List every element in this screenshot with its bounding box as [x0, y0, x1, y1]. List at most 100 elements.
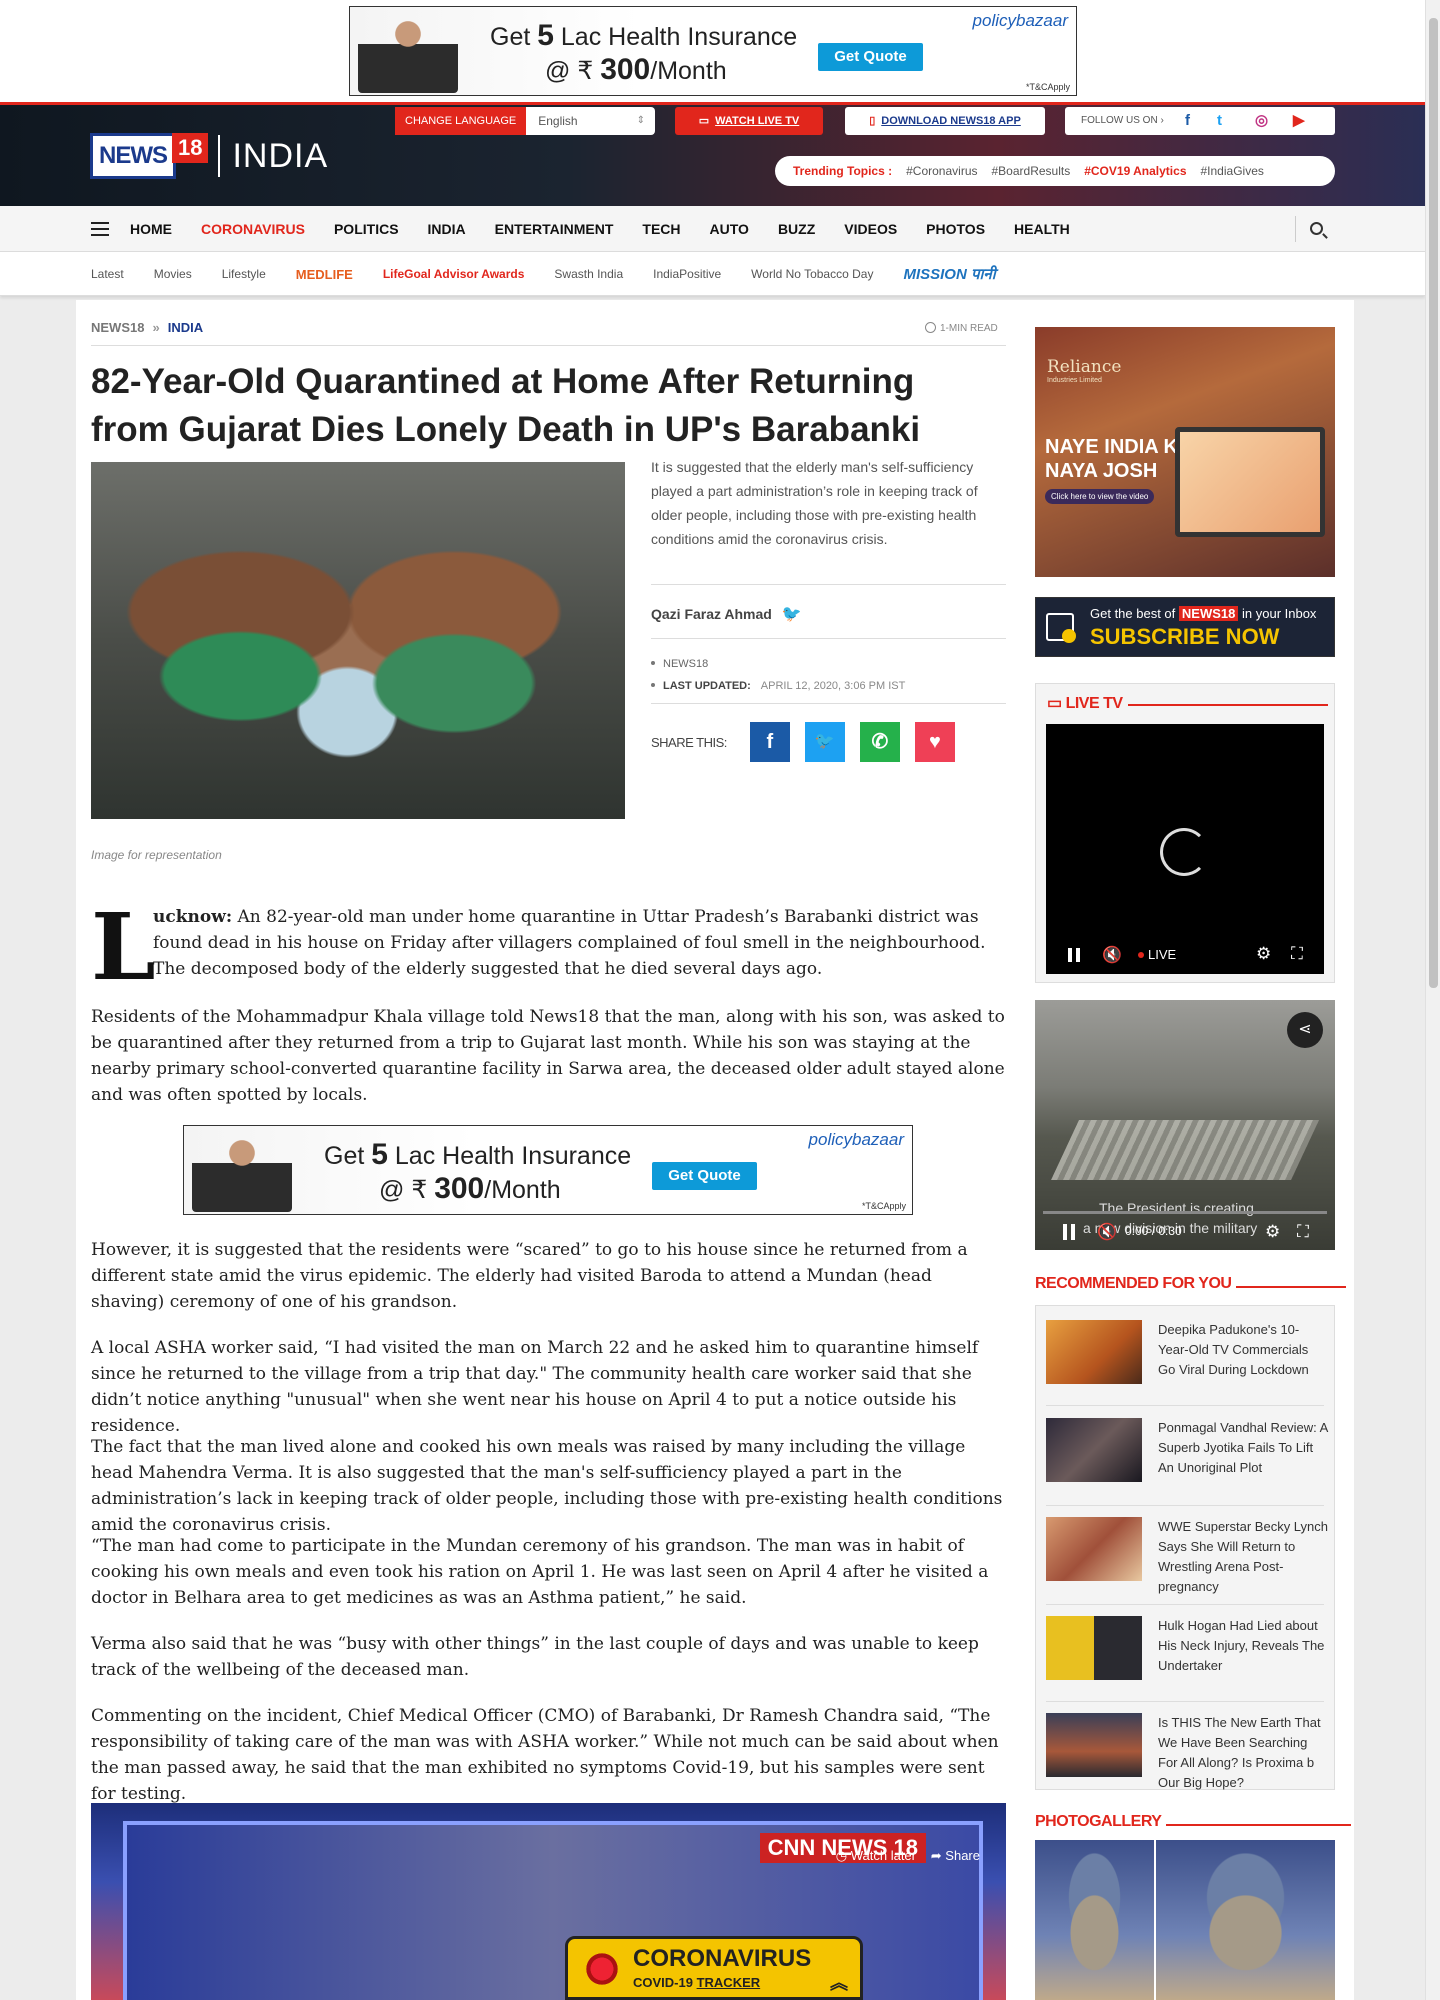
article-paragraph: Verma also said that he was “busy with o… — [91, 1634, 979, 1680]
nav-item-tech[interactable]: TECH — [642, 206, 680, 252]
instagram-icon[interactable]: ◎ — [1255, 107, 1268, 135]
share-pocket-button[interactable]: ♥ — [914, 722, 955, 762]
article-lead-image[interactable] — [91, 462, 625, 819]
breadcrumb-item-india[interactable]: INDIA — [168, 320, 203, 335]
watch-live-tv-button[interactable]: ▭ WATCH LIVE TV — [675, 107, 823, 135]
ad-get-quote-button[interactable]: Get Quote — [652, 1162, 757, 1190]
share-twitter-button[interactable]: 🐦 — [804, 722, 845, 762]
sidebar-video-player[interactable]: ⋖ The President is creating a new divisi… — [1035, 1000, 1335, 1250]
trending-tag[interactable]: #Coronavirus — [906, 156, 977, 186]
download-app-button[interactable]: ▯ DOWNLOAD NEWS18 APP — [845, 107, 1045, 135]
share-icon[interactable]: ⋖ — [1287, 1012, 1323, 1048]
tv-icon: ▭ — [1047, 695, 1066, 712]
read-time: 1-MIN READ — [925, 322, 998, 334]
subnav-item-world-no-tobacco-day[interactable]: World No Tobacco Day — [751, 267, 873, 281]
trending-topics: Trending Topics : #Coronavirus #BoardRes… — [775, 156, 1335, 186]
article-paragraph: Residents of the Mohammadpur Khala villa… — [91, 1007, 1005, 1105]
nav-item-buzz[interactable]: BUZZ — [778, 206, 815, 252]
subnav-item-swasth-india[interactable]: Swasth India — [554, 267, 623, 281]
mute-icon[interactable]: 🔇 — [1102, 945, 1122, 965]
share-bar: SHARE THIS: f 🐦 ✆ ♥ — [651, 722, 955, 762]
live-tv-player[interactable]: 🔇 LIVE ⚙ ⛶ — [1046, 724, 1324, 974]
hamburger-menu-icon[interactable] — [91, 222, 109, 236]
inline-ad-banner[interactable]: Get 5 Lac Health Insurance @ ₹ 300/Month… — [183, 1125, 913, 1215]
pause-icon[interactable] — [1063, 1224, 1075, 1240]
subnav-item-lifestyle[interactable]: Lifestyle — [222, 267, 266, 281]
recommended-item[interactable]: WWE Superstar Becky Lynch Says She Will … — [1046, 1517, 1328, 1605]
nav-item-entertainment[interactable]: ENTERTAINMENT — [495, 206, 614, 252]
subnav-item-medlife[interactable]: MEDLIFE — [296, 267, 353, 282]
site-logo[interactable]: NEWS 18 INDIA — [90, 133, 328, 179]
mute-icon[interactable]: 🔇 — [1097, 1222, 1117, 1242]
twitter-icon[interactable]: t — [1217, 107, 1222, 135]
trending-tag[interactable]: #COV19 Analytics — [1084, 156, 1186, 186]
language-switcher: CHANGE LANGUAGE English ⇕ — [395, 107, 655, 135]
nav-item-coronavirus[interactable]: CORONAVIRUS — [201, 206, 305, 252]
language-value: English — [538, 114, 578, 128]
gallery-photo[interactable] — [1035, 1840, 1155, 2000]
nav-item-health[interactable]: HEALTH — [1014, 206, 1070, 252]
trending-tag[interactable]: #BoardResults — [992, 156, 1071, 186]
top-ad-banner[interactable]: Get 5 Lac Health Insurance @ ₹ 300/Month… — [349, 6, 1077, 96]
share-facebook-button[interactable]: f — [749, 722, 790, 762]
gear-icon[interactable]: ⚙ — [1265, 1222, 1280, 1242]
article-paragraph: “The man had come to participate in the … — [91, 1536, 989, 1608]
divider — [91, 345, 1006, 346]
recommended-thumbnail — [1046, 1517, 1142, 1581]
embedded-video[interactable]: CNN NEWS 18 ◷ Watch later ➦ Share — [91, 1803, 1006, 2000]
nav-item-politics[interactable]: POLITICS — [334, 206, 399, 252]
subnav-item-mission-paani[interactable]: MISSION पानी — [903, 264, 995, 284]
nav-item-home[interactable]: HOME — [130, 206, 172, 252]
pause-icon[interactable] — [1068, 948, 1080, 962]
chevron-up-icon[interactable]: ︽ — [830, 1969, 848, 1995]
page: Get 5 Lac Health Insurance @ ₹ 300/Month… — [0, 0, 1440, 2000]
page-scrollbar[interactable] — [1425, 0, 1440, 2000]
breadcrumb-item-news18[interactable]: NEWS18 — [91, 320, 144, 335]
recommended-item[interactable]: Hulk Hogan Had Lied about His Neck Injur… — [1046, 1616, 1324, 1702]
fullscreen-icon[interactable]: ⛶ — [1291, 944, 1303, 964]
subnav-item-lifegoal[interactable]: LifeGoal Advisor Awards — [383, 267, 525, 281]
covid-tracker-widget[interactable]: CORONAVIRUS COVID-19 TRACKER ︽ — [565, 1936, 863, 2000]
fullscreen-icon[interactable]: ⛶ — [1297, 1222, 1309, 1242]
nav-item-auto[interactable]: AUTO — [710, 206, 749, 252]
recommended-item[interactable]: Is THIS The New Earth That We Have Been … — [1046, 1713, 1324, 1790]
recommended-item[interactable]: Ponmagal Vandhal Review: A Superb Jyotik… — [1046, 1418, 1328, 1506]
ad-brand-sub: Industries Limited — [1047, 377, 1102, 384]
ad-person-image — [192, 1130, 292, 1212]
change-language-label: CHANGE LANGUAGE — [395, 107, 527, 135]
subnav-item-movies[interactable]: Movies — [154, 267, 192, 281]
ad-laptop-image — [1175, 427, 1325, 537]
ad-get-quote-button[interactable]: Get Quote — [818, 43, 923, 71]
gallery-photo[interactable] — [1156, 1840, 1335, 2000]
nav-item-india[interactable]: INDIA — [428, 206, 466, 252]
sidebar-ad-reliance[interactable]: Reliance Industries Limited NAYE INDIA K… — [1035, 327, 1335, 577]
share-whatsapp-button[interactable]: ✆ — [859, 722, 900, 762]
breadcrumb: NEWS18 » INDIA — [91, 320, 203, 335]
nav-item-photos[interactable]: PHOTOS — [926, 206, 985, 252]
image-caption: Image for representation — [91, 848, 222, 862]
subnav-item-latest[interactable]: Latest — [91, 267, 124, 281]
share-label: Share — [945, 1848, 980, 1863]
recommended-item[interactable]: Deepika Padukone's 10-Year-Old TV Commer… — [1046, 1320, 1324, 1406]
author-name[interactable]: Qazi Faraz Ahmad — [651, 606, 772, 622]
recommended-list: Deepika Padukone's 10-Year-Old TV Commer… — [1035, 1305, 1335, 1790]
search-button[interactable] — [1295, 216, 1335, 242]
sidebar-newsletter-ad[interactable]: Get the best of NEWS18 in your Inbox SUB… — [1035, 597, 1335, 657]
subnav-item-indiapositive[interactable]: IndiaPositive — [653, 267, 721, 281]
article-paragraph: However, it is suggested that the reside… — [91, 1240, 968, 1312]
ad-cta-button[interactable]: Click here to view the video — [1045, 489, 1155, 504]
nav-item-videos[interactable]: VIDEOS — [844, 206, 897, 252]
twitter-icon[interactable]: 🐦 — [782, 604, 802, 624]
scrollbar-thumb[interactable] — [1429, 18, 1438, 988]
gear-icon[interactable]: ⚙ — [1256, 944, 1271, 964]
photogallery-strip — [1035, 1840, 1335, 2000]
subscribe-now-button[interactable]: SUBSCRIBE NOW — [1090, 624, 1279, 650]
language-select[interactable]: English ⇕ — [526, 107, 655, 135]
trending-tag[interactable]: #IndiaGives — [1201, 156, 1264, 186]
facebook-icon[interactable]: f — [1185, 107, 1190, 135]
ad-terms: *T&CApply — [861, 1201, 906, 1211]
youtube-icon[interactable]: ▶ — [1293, 107, 1305, 135]
watch-later-button[interactable]: ◷ Watch later — [836, 1848, 916, 1864]
video-share-button[interactable]: ➦ Share — [931, 1848, 980, 1864]
video-progress-bar[interactable] — [1043, 1211, 1327, 1214]
